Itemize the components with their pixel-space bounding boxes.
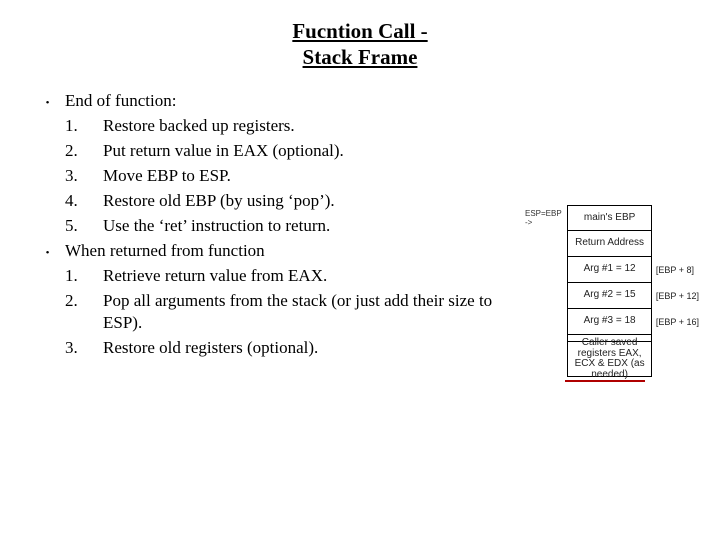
stack-cell: Arg #2 = 15 [567, 283, 652, 309]
list-text: Restore old EBP (by using ‘pop’). [103, 190, 523, 213]
stack-row: Arg #1 = 12 [EBP + 8] [525, 257, 705, 283]
list-numeral: 3. [65, 337, 103, 360]
bullet-icon: • [30, 90, 65, 111]
list-text: Put return value in EAX (optional). [103, 140, 523, 163]
list-numeral: 3. [65, 165, 103, 188]
list-numeral: 1. [65, 265, 103, 288]
section-heading-1: End of function: [65, 90, 530, 113]
list-item: 3. Restore old registers (optional). [65, 337, 530, 360]
stack-frame-diagram: ESP=EBP -> main's EBP Return Address Arg… [525, 205, 705, 382]
stack-pointer-label: ESP=EBP -> [525, 205, 567, 231]
list-numeral: 2. [65, 290, 103, 313]
stack-cell: Arg #3 = 18 [567, 309, 652, 335]
list-text: Restore backed up registers. [103, 115, 523, 138]
stack-offset-label [652, 205, 705, 231]
slide-body: • End of function: 1. Restore backed up … [30, 90, 530, 362]
list-text: Pop all arguments from the stack (or jus… [103, 290, 523, 336]
stack-cell: Return Address [567, 231, 652, 257]
stack-row: Arg #2 = 15 [EBP + 12] [525, 283, 705, 309]
list-item: 2. Put return value in EAX (optional). [65, 140, 530, 163]
bullet-icon: • [30, 240, 65, 261]
list-numeral: 5. [65, 215, 103, 238]
stack-offset-label [652, 231, 705, 257]
list-item: 4. Restore old EBP (by using ‘pop’). [65, 190, 530, 213]
list-numeral: 1. [65, 115, 103, 138]
bullet-item: • End of function: [30, 90, 530, 113]
title-line-1: Fucntion Call - [0, 18, 720, 44]
list-text: Move EBP to ESP. [103, 165, 523, 188]
stack-row: Arg #3 = 18 [EBP + 16] [525, 309, 705, 335]
stack-cell: main's EBP [567, 205, 652, 231]
title-line-2: Stack Frame [0, 44, 720, 70]
list-item: 5. Use the ‘ret’ instruction to return. [65, 215, 530, 238]
list-numeral: 4. [65, 190, 103, 213]
list-numeral: 2. [65, 140, 103, 163]
stack-row: ESP=EBP -> main's EBP [525, 205, 705, 231]
list-item: 2. Pop all arguments from the stack (or … [65, 290, 530, 336]
bullet-item: • When returned from function [30, 240, 530, 263]
slide-title: Fucntion Call - Stack Frame [0, 0, 720, 71]
stack-offset-label: [EBP + 12] [652, 283, 705, 309]
stack-offset-label: [EBP + 16] [652, 309, 705, 335]
section-heading-2: When returned from function [65, 240, 530, 263]
stack-bottom-marker [565, 380, 645, 382]
stack-row: Caller saved registers EAX, ECX & EDX (a… [525, 341, 705, 377]
list-text: Retrieve return value from EAX. [103, 265, 523, 288]
list-item: 3. Move EBP to ESP. [65, 165, 530, 188]
stack-offset-label: [EBP + 8] [652, 257, 705, 283]
stack-cell-caller-saved: Caller saved registers EAX, ECX & EDX (a… [567, 341, 652, 377]
list-text: Use the ‘ret’ instruction to return. [103, 215, 523, 238]
list-item: 1. Retrieve return value from EAX. [65, 265, 530, 288]
stack-row: Return Address [525, 231, 705, 257]
stack-cell: Arg #1 = 12 [567, 257, 652, 283]
list-item: 1. Restore backed up registers. [65, 115, 530, 138]
list-text: Restore old registers (optional). [103, 337, 523, 360]
